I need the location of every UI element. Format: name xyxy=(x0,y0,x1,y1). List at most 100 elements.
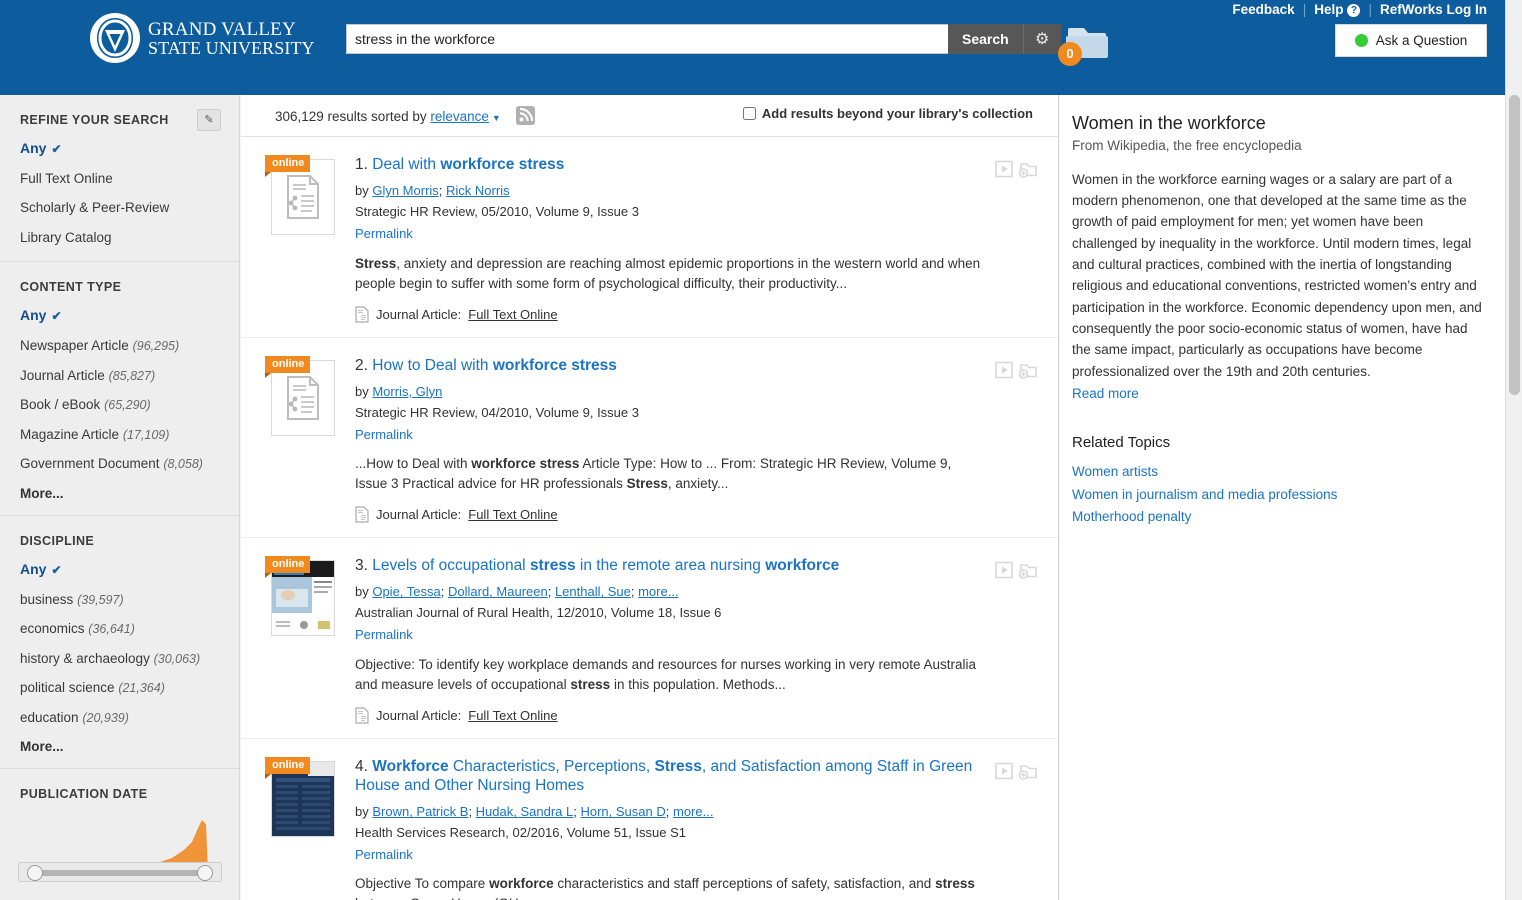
full-text-online-link[interactable]: Full Text Online xyxy=(468,507,557,522)
result-title: 2. How to Deal with workforce stress xyxy=(355,356,982,375)
facet-item-library-catalog[interactable]: Library Catalog xyxy=(20,230,219,246)
facet-item-government-document[interactable]: Government Document (8,058) xyxy=(20,456,219,472)
facet-item-magazine-article[interactable]: Magazine Article (17,109) xyxy=(20,427,219,443)
author-link[interactable]: Horn, Susan D xyxy=(580,804,665,819)
add-to-folder-icon[interactable] xyxy=(1018,159,1038,179)
page-scrollbar-thumb[interactable] xyxy=(1509,95,1520,395)
gvsu-shield-icon xyxy=(90,13,140,63)
related-topic-link[interactable]: Women in journalism and media profession… xyxy=(1072,484,1483,506)
author-link[interactable]: Dollard, Maureen xyxy=(448,584,548,599)
author-link[interactable]: Glyn Morris xyxy=(372,183,438,198)
beyond-collection-checkbox-input[interactable] xyxy=(742,107,756,120)
facet-item-any[interactable]: Any ✔ xyxy=(20,140,219,157)
university-logo[interactable]: GRAND VALLEY STATE UNIVERSITY xyxy=(88,10,315,66)
add-to-folder-icon[interactable] xyxy=(1018,560,1038,580)
rss-feed-icon[interactable] xyxy=(515,106,535,125)
author-link[interactable]: Morris, Glyn xyxy=(372,384,442,399)
result-title-link[interactable]: Workforce Characteristics, Perceptions, … xyxy=(355,758,972,794)
facet-item-newspaper-article[interactable]: Newspaper Article (96,295) xyxy=(20,338,219,354)
page-root: Feedback | Help? | RefWorks Log In GRAND… xyxy=(0,0,1522,900)
result-source: Strategic HR Review, 04/2010, Volume 9, … xyxy=(355,404,639,420)
permalink-link[interactable]: Permalink xyxy=(355,425,982,445)
result-format-label: Journal Article: xyxy=(376,507,462,522)
permalink-link[interactable]: Permalink xyxy=(355,224,982,244)
search-settings-gear-icon[interactable]: ⚙ xyxy=(1022,24,1061,54)
help-label: Help xyxy=(1314,2,1344,17)
check-icon: ✔ xyxy=(51,309,62,324)
facet-item-scholarly-peer-review[interactable]: Scholarly & Peer-Review xyxy=(20,200,219,216)
result-snippet: Stress, anxiety and depression are reach… xyxy=(355,255,981,291)
add-results-beyond-checkbox[interactable]: Add results beyond your library's collec… xyxy=(742,106,1033,121)
add-to-folder-icon[interactable] xyxy=(1018,360,1038,380)
related-topic-link[interactable]: Motherhood penalty xyxy=(1072,506,1483,528)
folder-widget[interactable]: 0 xyxy=(1058,22,1110,66)
preview-icon[interactable] xyxy=(994,761,1014,781)
facet-item-full-text-online[interactable]: Full Text Online xyxy=(20,171,219,187)
preview-icon[interactable] xyxy=(994,159,1014,179)
author-link[interactable]: Rick Norris xyxy=(446,183,510,198)
facet-more-discipline[interactable]: More... xyxy=(20,739,219,754)
search-button[interactable]: Search xyxy=(948,24,1023,54)
facet-item-label: Any xyxy=(20,560,47,577)
result-title-link[interactable]: Deal with workforce stress xyxy=(372,156,564,173)
result-title-link[interactable]: How to Deal with workforce stress xyxy=(372,357,617,374)
facet-item-label: education xyxy=(20,709,79,725)
read-more-link[interactable]: Read more xyxy=(1072,383,1483,404)
more-authors-link[interactable]: more... xyxy=(673,804,713,819)
results-count-text: 306,129 results sorted by relevance ▼ xyxy=(275,106,535,125)
result-thumbnail[interactable]: online xyxy=(265,355,345,528)
topbar-divider-2: | xyxy=(1368,2,1372,17)
edit-pencil-icon[interactable]: ✎ xyxy=(197,109,221,131)
result-actions xyxy=(994,360,1038,405)
results-count-prefix: 306,129 results sorted by xyxy=(275,109,427,124)
page-scrollbar[interactable] xyxy=(1505,0,1522,900)
publication-date-slider[interactable] xyxy=(18,862,222,883)
facet-item-journal-article[interactable]: Journal Article (85,827) xyxy=(20,368,219,384)
facet-item-count: (36,641) xyxy=(88,622,135,637)
search-input[interactable] xyxy=(346,24,948,54)
facet-item-education[interactable]: education (20,939) xyxy=(20,710,219,726)
author-link[interactable]: Opie, Tessa xyxy=(372,584,440,599)
author-link[interactable]: Hudak, Sandra L xyxy=(476,804,574,819)
author-link[interactable]: Lenthall, Sue xyxy=(555,584,631,599)
feedback-link[interactable]: Feedback xyxy=(1232,2,1294,17)
facet-item-book-ebook[interactable]: Book / eBook (65,290) xyxy=(20,397,219,413)
related-topics-title: Related Topics xyxy=(1072,434,1171,452)
author-link[interactable]: Brown, Patrick B xyxy=(372,804,468,819)
chevron-down-icon[interactable]: ▼ xyxy=(492,113,501,123)
full-text-online-link[interactable]: Full Text Online xyxy=(468,307,557,322)
facet-item-label: economics xyxy=(20,621,85,637)
full-text-online-link[interactable]: Full Text Online xyxy=(468,708,557,723)
result-title-link[interactable]: Levels of occupational stress in the rem… xyxy=(372,557,839,574)
facet-item-economics[interactable]: economics (36,641) xyxy=(20,621,219,637)
result-thumbnail[interactable]: online xyxy=(265,556,345,728)
result-item: online 2. How to Deal with workforce str… xyxy=(241,338,1058,538)
facet-more-content-type[interactable]: More... xyxy=(20,486,219,501)
facet-item-history-archaeology[interactable]: history & archaeology (30,063) xyxy=(20,651,219,667)
refworks-login-link[interactable]: RefWorks Log In xyxy=(1380,2,1487,17)
related-topic-link[interactable]: Women artists xyxy=(1072,461,1483,483)
permalink-link[interactable]: Permalink xyxy=(355,845,982,865)
online-status-dot-icon xyxy=(1354,34,1368,47)
preview-icon[interactable] xyxy=(994,560,1014,580)
permalink-link[interactable]: Permalink xyxy=(355,625,982,645)
facet-item-any[interactable]: Any ✔ xyxy=(20,561,219,578)
help-link[interactable]: Help? xyxy=(1314,2,1361,17)
facet-item-business[interactable]: business (39,597) xyxy=(20,592,219,608)
facet-item-label: history & archaeology xyxy=(20,650,150,666)
slider-handle-max[interactable] xyxy=(197,865,213,882)
add-to-folder-icon[interactable] xyxy=(1018,761,1038,781)
result-thumbnail[interactable]: online xyxy=(265,155,345,327)
facet-item-any[interactable]: Any ✔ xyxy=(20,307,219,324)
logo-line-1: GRAND VALLEY xyxy=(148,18,296,40)
document-thumbnail-icon xyxy=(287,175,319,219)
ask-a-question-button[interactable]: Ask a Question xyxy=(1335,24,1487,57)
preview-icon[interactable] xyxy=(994,360,1014,380)
facet-item-political-science[interactable]: political science (21,364) xyxy=(20,680,219,696)
facet-item-label: Magazine Article xyxy=(20,426,120,442)
slider-handle-min[interactable] xyxy=(27,865,43,882)
sort-by-dropdown[interactable]: relevance xyxy=(430,109,489,124)
result-number: 1. xyxy=(355,156,368,173)
more-authors-link[interactable]: more... xyxy=(638,584,678,599)
result-thumbnail[interactable]: online xyxy=(265,756,345,900)
